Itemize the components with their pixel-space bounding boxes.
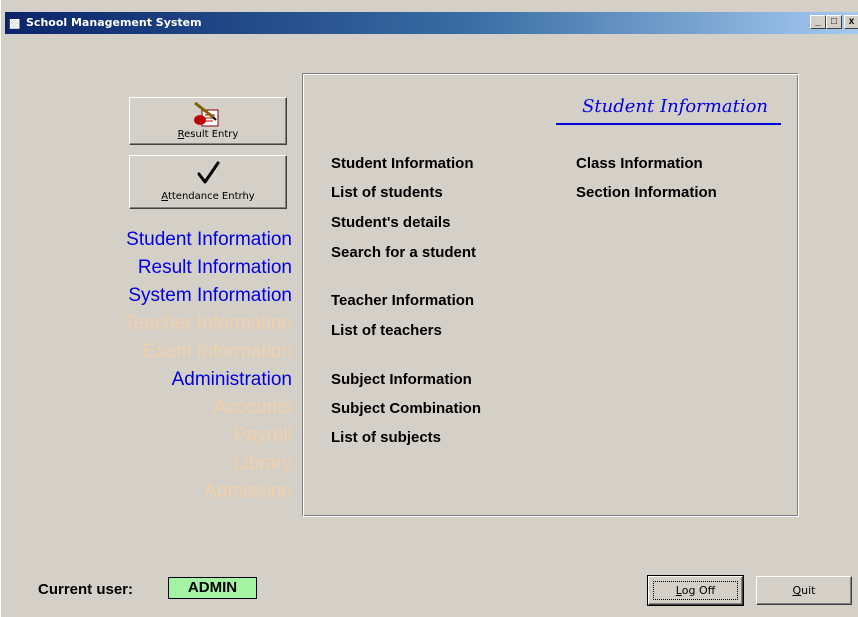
book-icon[interactable]: ▩ <box>9 16 20 30</box>
title-bar[interactable]: ▩ School Management System _ □ x <box>5 12 858 34</box>
maximize-icon: □ <box>830 16 838 27</box>
menu-item-result-information[interactable]: Result Information <box>124 254 292 282</box>
result-entry-icon <box>130 101 286 129</box>
link-subject-combination[interactable]: Subject Combination <box>331 400 481 417</box>
menu-item-student-information[interactable]: Student Information <box>124 226 292 254</box>
menu-item-teacher-information: Teacher Information <box>124 313 292 334</box>
link-search-for-a-student[interactable]: Search for a student <box>331 244 476 261</box>
main-window: ▩ School Management System _ □ x Result … <box>0 0 858 617</box>
link-student-information[interactable]: Student Information <box>331 155 474 172</box>
attendance-entry-button[interactable]: Attendance Entrhy <box>129 155 287 209</box>
result-entry-label: Result Entry <box>177 129 239 140</box>
menu-item-accounts: Accounts <box>213 397 292 418</box>
menu-item-payroll: Payroll <box>233 425 292 446</box>
maximize-button[interactable]: □ <box>826 15 842 29</box>
link-teacher-information[interactable]: Teacher Information <box>331 292 474 309</box>
window-title: School Management System <box>26 16 202 29</box>
menu-item-system-information[interactable]: System Information <box>124 282 292 310</box>
link-list-of-subjects[interactable]: List of subjects <box>331 429 441 446</box>
minimize-button[interactable]: _ <box>810 15 826 29</box>
result-entry-button[interactable]: Result Entry <box>129 97 287 145</box>
link-list-of-students[interactable]: List of students <box>331 184 443 201</box>
close-button[interactable]: x <box>844 15 858 29</box>
focus-rectangle <box>653 581 738 600</box>
current-user-badge: ADMIN <box>168 577 257 599</box>
menu-item-administration[interactable]: Administration <box>124 366 292 394</box>
panel-title: Student Information <box>582 96 768 117</box>
attendance-entry-label: Attendance Entrhy <box>161 191 255 202</box>
minimize-icon: _ <box>815 16 821 27</box>
close-icon: x <box>848 16 855 27</box>
quit-button[interactable]: Quit <box>756 576 852 605</box>
panel-title-underline <box>556 123 781 125</box>
link-students-details[interactable]: Student's details <box>331 214 450 231</box>
link-subject-information[interactable]: Subject Information <box>331 371 472 388</box>
link-class-information[interactable]: Class Information <box>576 155 703 172</box>
module-menu: Student Information Result Information S… <box>124 226 292 506</box>
log-off-button[interactable]: Log Off <box>647 575 744 606</box>
checkmark-icon <box>130 160 286 191</box>
current-user-label: Current user: <box>38 581 134 598</box>
link-section-information[interactable]: Section Information <box>576 184 717 201</box>
menu-item-library: Library <box>233 453 292 474</box>
menu-item-admission: Admission <box>204 481 292 502</box>
link-list-of-teachers[interactable]: List of teachers <box>331 322 442 339</box>
menu-item-exam-information: Exam Information <box>143 341 292 362</box>
quit-label: Quit <box>792 584 816 597</box>
